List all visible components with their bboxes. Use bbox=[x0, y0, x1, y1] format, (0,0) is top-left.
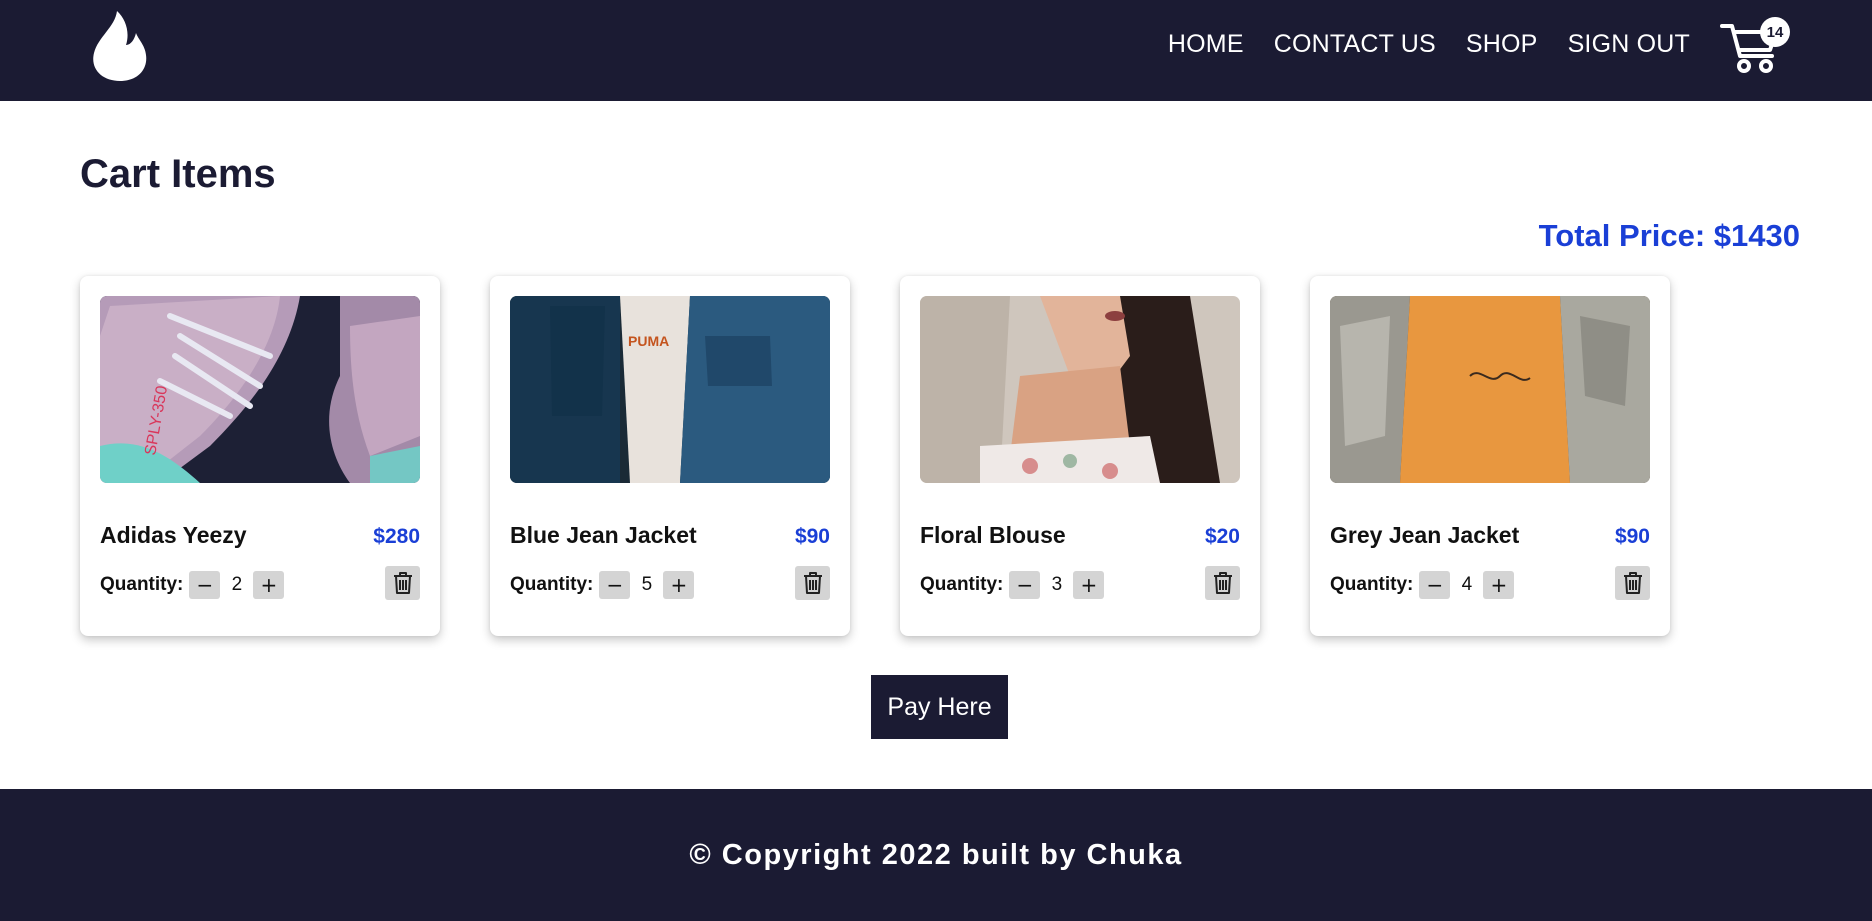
nav-links: HOME CONTACT US SHOP SIGN OUT bbox=[1168, 30, 1690, 59]
cart-item-card: PUMA Blue Jean Jacket $90 Quantity: − 5 … bbox=[490, 276, 850, 636]
decrease-quantity-button[interactable]: − bbox=[189, 571, 221, 599]
product-price: $280 bbox=[373, 525, 420, 548]
remove-item-button[interactable] bbox=[385, 566, 420, 600]
plus-icon: + bbox=[670, 573, 688, 597]
increase-quantity-button[interactable]: + bbox=[253, 571, 285, 599]
nav-contact-link[interactable]: CONTACT US bbox=[1274, 30, 1436, 59]
remove-item-button[interactable] bbox=[1615, 566, 1650, 600]
page-title: Cart Items bbox=[80, 152, 276, 196]
decrease-quantity-button[interactable]: − bbox=[1009, 571, 1041, 599]
quantity-value: 2 bbox=[231, 574, 243, 595]
remove-item-button[interactable] bbox=[795, 566, 830, 600]
product-name: Grey Jean Jacket bbox=[1330, 522, 1520, 548]
product-image bbox=[1330, 296, 1650, 483]
quantity-row: Quantity: − 2 + bbox=[100, 569, 285, 601]
cart-button[interactable]: 14 bbox=[1720, 16, 1790, 76]
cart-item-card: Grey Jean Jacket $90 Quantity: − 4 + bbox=[1310, 276, 1670, 636]
quantity-row: Quantity: − 4 + bbox=[1330, 569, 1515, 601]
quantity-label: Quantity: bbox=[920, 574, 1004, 595]
product-name: Blue Jean Jacket bbox=[510, 522, 697, 548]
decrease-quantity-button[interactable]: − bbox=[1419, 571, 1451, 599]
quantity-value: 4 bbox=[1461, 574, 1473, 595]
trash-icon bbox=[1623, 572, 1642, 594]
increase-quantity-button[interactable]: + bbox=[1483, 571, 1515, 599]
product-price: $20 bbox=[1204, 525, 1240, 548]
total-price: Total Price: $1430 bbox=[1538, 218, 1800, 253]
trash-icon bbox=[393, 572, 412, 594]
nav-home-link[interactable]: HOME bbox=[1168, 30, 1244, 59]
cart-count-badge: 14 bbox=[1760, 17, 1790, 47]
product-price: $90 bbox=[1614, 525, 1650, 548]
decrease-quantity-button[interactable]: − bbox=[599, 571, 631, 599]
quantity-label: Quantity: bbox=[510, 574, 594, 595]
plus-icon: + bbox=[1080, 573, 1098, 597]
product-image bbox=[920, 296, 1240, 483]
navbar: HOME CONTACT US SHOP SIGN OUT 14 bbox=[0, 0, 1872, 101]
nav-signout-link[interactable]: SIGN OUT bbox=[1568, 30, 1690, 59]
product-image: SPLY-350 bbox=[100, 296, 420, 483]
plus-icon: + bbox=[1490, 573, 1508, 597]
product-name: Floral Blouse bbox=[920, 522, 1066, 548]
copyright-text: © Copyright 2022 built by Chuka bbox=[689, 838, 1183, 871]
increase-quantity-button[interactable]: + bbox=[1073, 571, 1105, 599]
product-name: Adidas Yeezy bbox=[100, 522, 247, 548]
quantity-label: Quantity: bbox=[100, 574, 184, 595]
svg-text:PUMA: PUMA bbox=[628, 333, 669, 349]
flame-logo-icon[interactable] bbox=[90, 9, 150, 83]
cart-item-card: Floral Blouse $20 Quantity: − 3 + bbox=[900, 276, 1260, 636]
nav-shop-link[interactable]: SHOP bbox=[1466, 30, 1538, 59]
cart-item-card: SPLY-350 Adidas Yeezy $280 Quantity: − 2… bbox=[80, 276, 440, 636]
quantity-value: 5 bbox=[641, 574, 653, 595]
product-image: PUMA bbox=[510, 296, 830, 483]
quantity-label: Quantity: bbox=[1330, 574, 1414, 595]
product-price: $90 bbox=[794, 525, 830, 548]
minus-icon: − bbox=[1016, 573, 1034, 597]
trash-icon bbox=[1213, 572, 1232, 594]
pay-here-button[interactable]: Pay Here bbox=[871, 675, 1008, 739]
increase-quantity-button[interactable]: + bbox=[663, 571, 695, 599]
quantity-value: 3 bbox=[1051, 574, 1063, 595]
quantity-row: Quantity: − 5 + bbox=[510, 569, 695, 601]
trash-icon bbox=[803, 572, 822, 594]
minus-icon: − bbox=[1426, 573, 1444, 597]
minus-icon: − bbox=[606, 573, 624, 597]
remove-item-button[interactable] bbox=[1205, 566, 1240, 600]
minus-icon: − bbox=[196, 573, 214, 597]
footer: © Copyright 2022 built by Chuka bbox=[0, 789, 1872, 921]
plus-icon: + bbox=[260, 573, 278, 597]
quantity-row: Quantity: − 3 + bbox=[920, 569, 1105, 601]
